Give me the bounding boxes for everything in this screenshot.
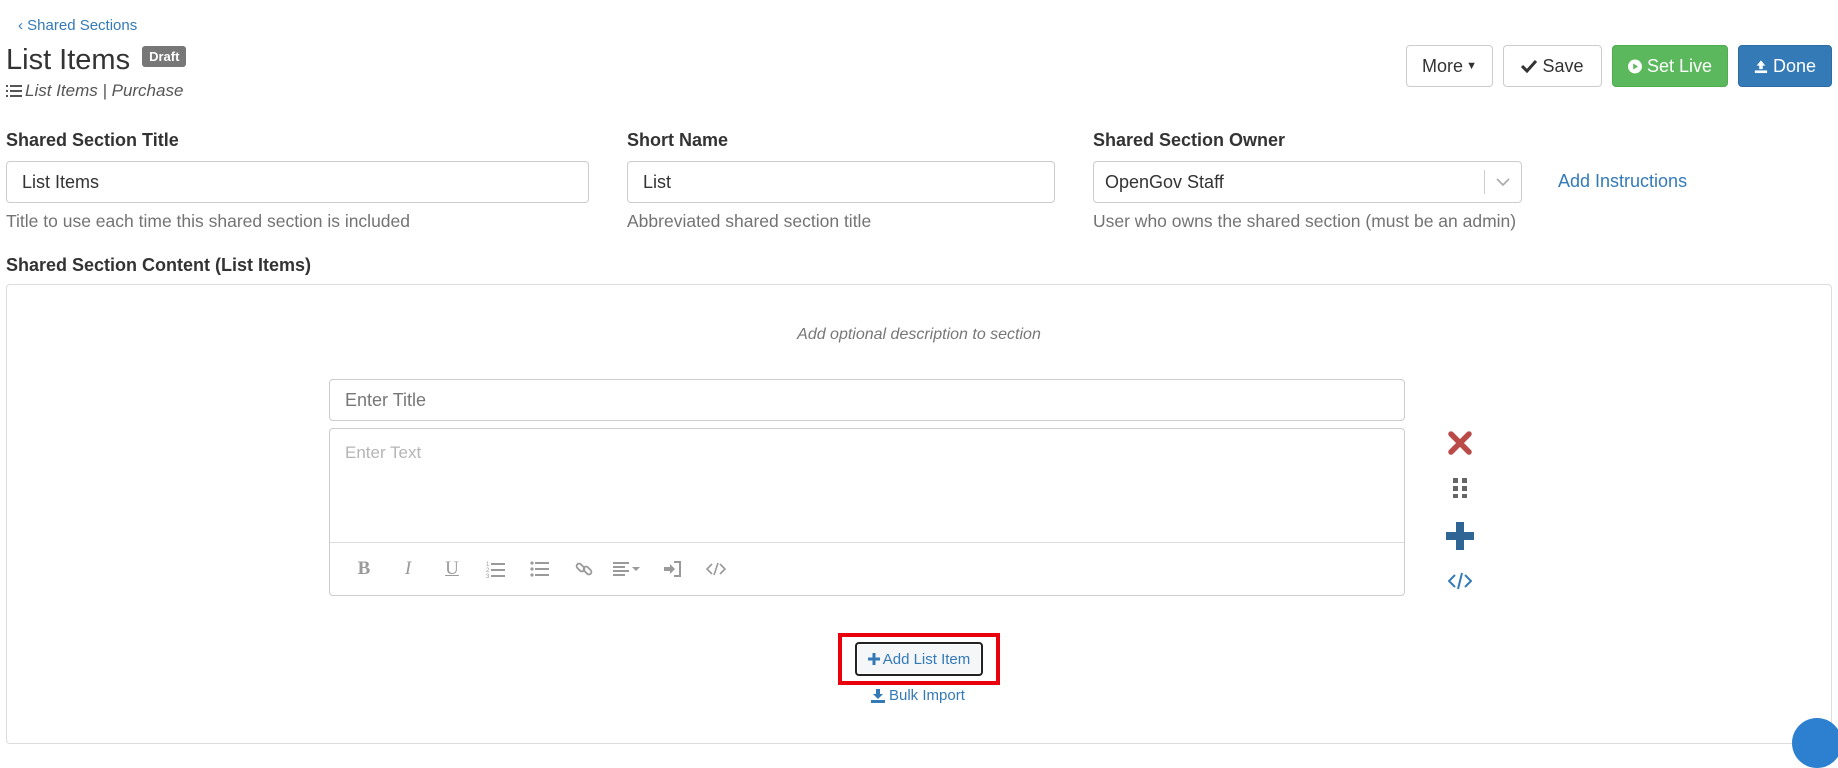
list-numbered-icon — [6, 85, 22, 97]
shared-section-owner-label: Shared Section Owner — [1093, 130, 1286, 150]
add-list-item-highlight: Add List Item — [838, 633, 1000, 685]
shared-section-title-input[interactable]: List Items — [6, 161, 589, 203]
chevron-down-icon[interactable] — [1484, 170, 1521, 194]
more-button[interactable]: More ▼ — [1406, 45, 1493, 87]
shared-section-title-help: Title to use each time this shared secti… — [6, 211, 411, 231]
delete-item-icon[interactable] — [1443, 430, 1477, 456]
align-icon[interactable] — [610, 554, 646, 584]
back-to-shared-sections-link[interactable]: ‹ Shared Sections — [18, 17, 137, 34]
page-subtitle: List Items | Purchase — [6, 81, 183, 101]
add-instructions-link[interactable]: Add Instructions — [1558, 171, 1687, 192]
optional-description-link[interactable]: Add optional description to section — [0, 326, 1838, 344]
play-circle-icon — [1628, 59, 1642, 73]
shared-section-title-label: Shared Section Title — [6, 130, 179, 150]
code-view-icon[interactable] — [1443, 572, 1477, 590]
download-icon — [871, 688, 885, 703]
bulk-import-link[interactable]: Bulk Import — [871, 687, 965, 704]
shared-section-owner-help: User who owns the shared section (must b… — [1093, 211, 1517, 231]
page-title: List Items Draft — [6, 44, 187, 77]
action-toolbar: More ▼ Save Set Live Done — [1406, 45, 1832, 87]
drag-handle-icon[interactable] — [1443, 478, 1477, 498]
caret-down-icon: ▼ — [1466, 60, 1477, 72]
short-name-help: Abbreviated shared section title — [627, 211, 872, 231]
done-button[interactable]: Done — [1738, 45, 1832, 87]
set-live-button[interactable]: Set Live — [1612, 45, 1728, 87]
shared-section-owner-select[interactable]: OpenGov Staff — [1093, 161, 1522, 203]
add-list-item-button[interactable]: Add List Item — [855, 642, 983, 676]
link-icon[interactable] — [566, 554, 602, 584]
list-item-title-input[interactable]: Enter Title — [329, 379, 1405, 421]
editor-toolbar: B I U 123 — [330, 542, 1404, 595]
upload-icon — [1754, 59, 1768, 73]
underline-icon[interactable]: U — [434, 554, 470, 584]
insert-icon[interactable] — [654, 554, 690, 584]
help-chat-button[interactable] — [1792, 718, 1838, 768]
italic-icon[interactable]: I — [390, 554, 426, 584]
bold-icon[interactable]: B — [346, 554, 382, 584]
short-name-input[interactable]: List — [627, 161, 1055, 203]
save-button[interactable]: Save — [1503, 45, 1602, 87]
list-item-text-placeholder: Enter Text — [345, 443, 422, 462]
chevron-left-icon: ‹ — [18, 17, 23, 34]
status-badge: Draft — [142, 46, 187, 67]
add-item-below-icon[interactable] — [1443, 521, 1477, 551]
section-content-label: Shared Section Content (List Items) — [6, 255, 312, 275]
code-icon[interactable] — [698, 554, 734, 584]
ordered-list-icon[interactable]: 123 — [478, 554, 514, 584]
plus-icon — [867, 653, 880, 665]
short-name-label: Short Name — [627, 130, 729, 150]
unordered-list-icon[interactable] — [522, 554, 558, 584]
list-item-text-editor[interactable]: Enter Text B I U 123 — [329, 428, 1405, 596]
check-icon — [1521, 59, 1538, 73]
svg-text:3: 3 — [486, 574, 490, 578]
